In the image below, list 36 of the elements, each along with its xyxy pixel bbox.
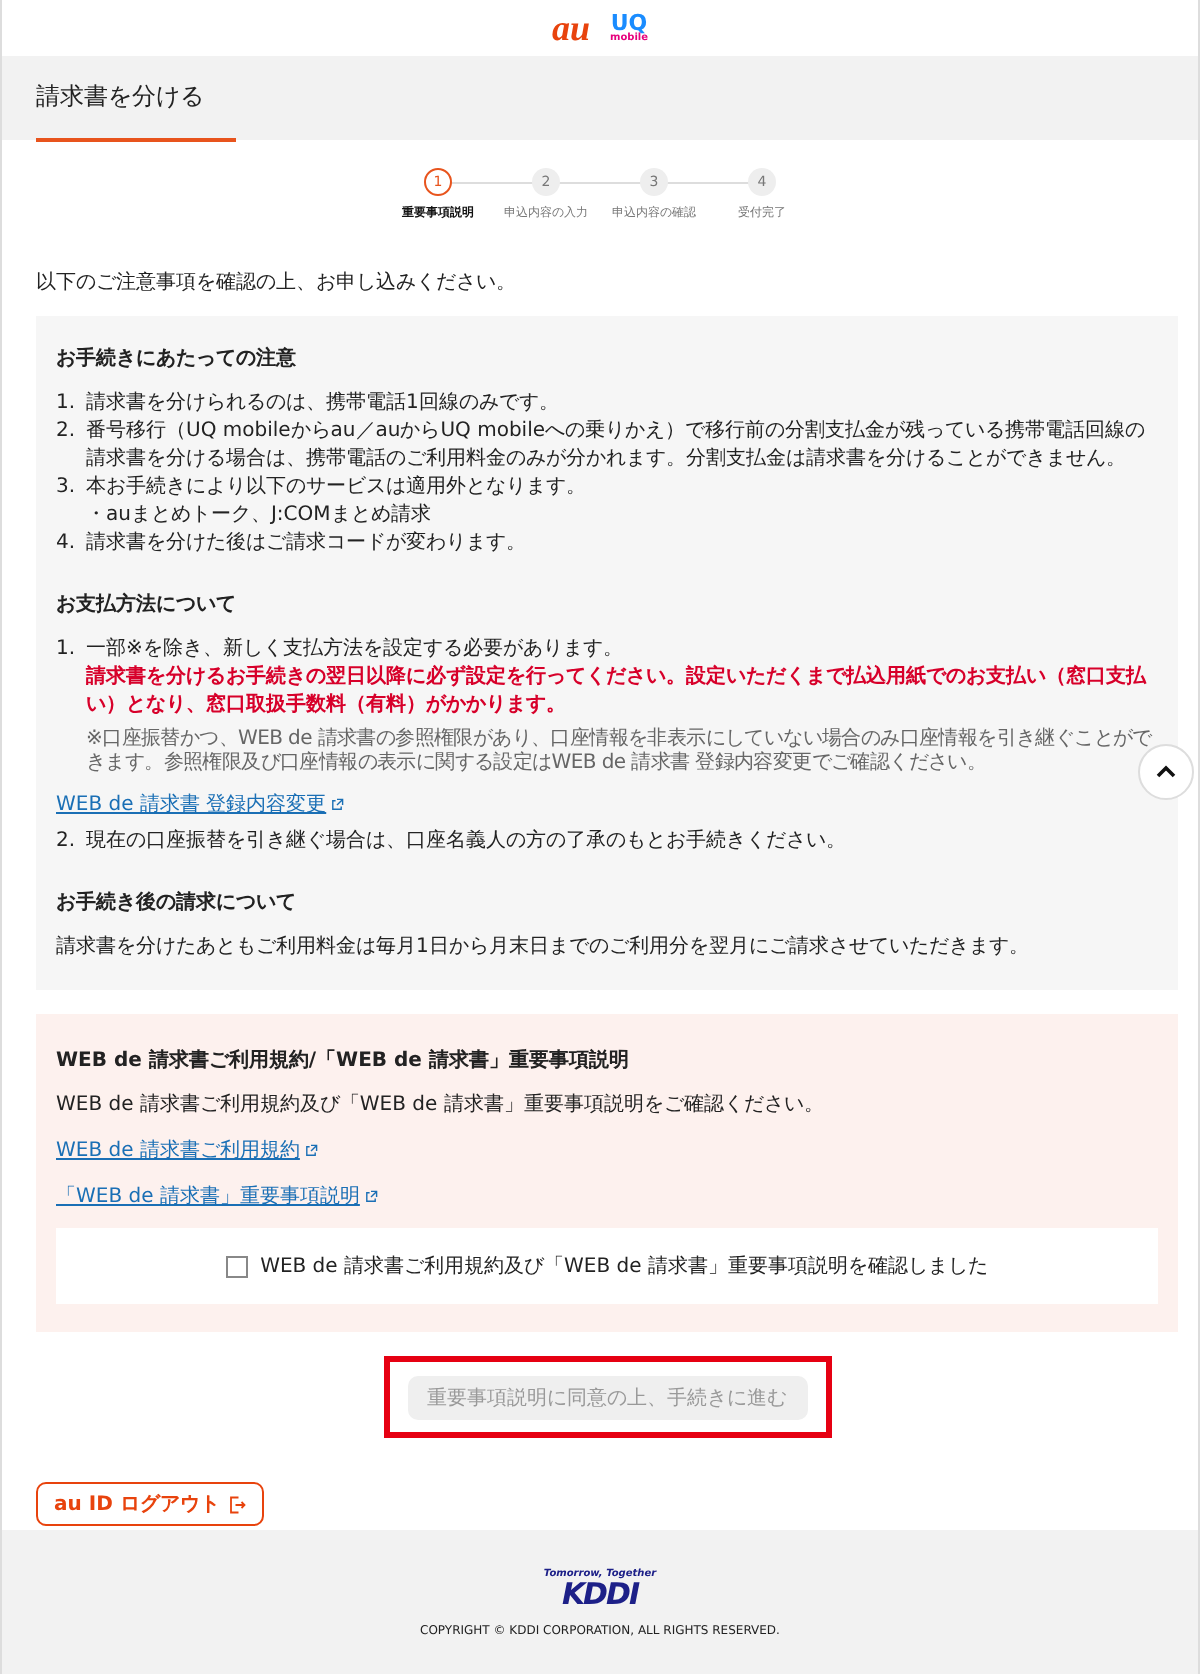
- kddi-logo: KDDI: [561, 1579, 639, 1609]
- external-link-icon: [303, 1143, 318, 1157]
- link[interactable]: 「WEB de 請求書」重要事項説明: [56, 1182, 360, 1210]
- item-text: 請求書を分けた後はご請求コードが変わります。: [86, 530, 528, 558]
- page-title: 請求書を分ける: [36, 80, 236, 142]
- warning-text: 請求書を分けるお手続きの翌日以降に必ず設定を行ってください。設定いただくまで払込用紙でのお支払い（窓口支払い）となり、窓口取扱手数料（有料）がかかります。: [86, 664, 1149, 720]
- note-text: ※口座振替かつ、WEB de 請求書の参照権限があり、口座情報を非表示にしていない場合のみ口座情報を引き継ぐことができます。参照権限及び口座情報の表示に関する設定はWEB de 請求書 登録内容変更でご確認ください。: [86, 728, 1154, 776]
- external-link-icon: [363, 1189, 378, 1203]
- checkbox[interactable]: [226, 1255, 249, 1277]
- item-number: 2.: [56, 418, 78, 446]
- item-number: 1.: [56, 636, 78, 664]
- section-heading: WEB de 請求書ご利用規約/「WEB de 請求書」重要事項説明: [56, 1047, 631, 1074]
- link[interactable]: WEB de 請求書ご利用規約: [56, 1136, 300, 1164]
- link[interactable]: WEB de 請求書 登録内容変更: [56, 790, 327, 818]
- item-text: 一部※を除き、新しく支払方法を設定する必要があります。: [86, 636, 625, 664]
- item-text: 番号移行（UQ mobileからau／auからUQ mobileへの乗りかえ）で移行前の分割支払金が残っている携帯電話回線の請求書を分ける場合は、携帯電話のご利用料金のみが分かれます。分割支払金は請求書を分けることができません。: [86, 418, 1148, 474]
- item-subtext: ・auまとめトーク、J:COMまとめ請求: [86, 502, 433, 530]
- external-link-icon: [330, 797, 345, 811]
- intro-text: 以下のご注意事項を確認の上、お申し込みください。: [36, 269, 518, 296]
- section-heading: お手続き後の請求について: [56, 889, 298, 916]
- scroll-top-button[interactable]: [1138, 744, 1194, 800]
- item-number: 3.: [56, 474, 78, 502]
- logout-icon: [227, 1495, 246, 1513]
- section-heading: お支払方法について: [56, 590, 238, 618]
- item-number: 4.: [56, 530, 78, 558]
- au-logo: au: [551, 10, 590, 46]
- section-heading: お手続きにあたっての注意: [56, 344, 298, 372]
- logout-button[interactable]: au ID ログアウト: [36, 1482, 264, 1526]
- terms-text: WEB de 請求書ご利用規約及び「WEB de 請求書」重要事項説明をご確認ください。: [56, 1092, 826, 1120]
- item-number: 2.: [56, 828, 78, 856]
- paragraph-text: 請求書を分けたあともご利用料金は毎月1日から月末日までのご利用分を翌月にご請求させていただきます。: [56, 934, 1031, 962]
- item-text: 現在の口座振替を引き継ぐ場合は、口座名義人の方の了承のもとお手続きください。: [86, 828, 848, 856]
- checkbox-label[interactable]: WEB de 請求書ご利用規約及び「WEB de 請求書」重要事項説明を確認しました: [260, 1252, 988, 1280]
- item-number: 1.: [56, 390, 78, 418]
- item-text: 請求書を分けられるのは、携帯電話1回線のみです。: [86, 390, 561, 418]
- item-text: 本お手続きにより以下のサービスは適用外となります。: [86, 474, 588, 502]
